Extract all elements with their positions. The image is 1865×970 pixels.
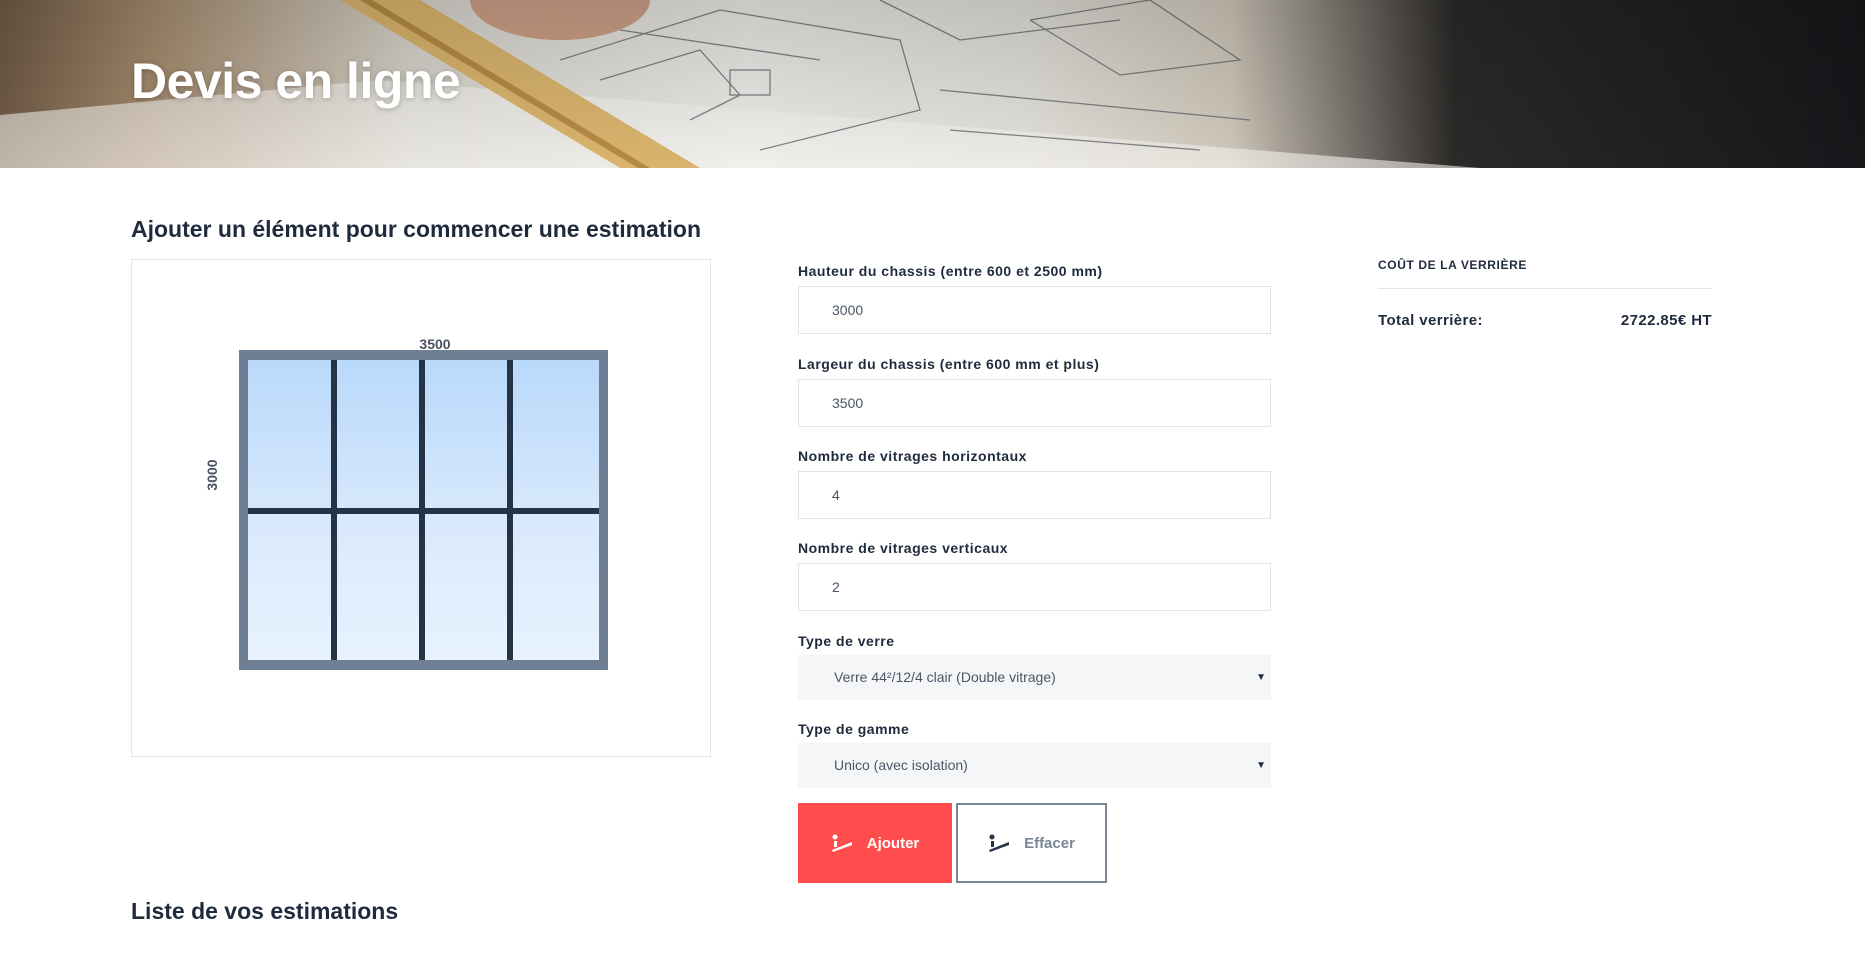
clear-button-label: Effacer bbox=[1024, 834, 1075, 852]
horizontal-glazing-input[interactable]: 4 bbox=[798, 471, 1271, 519]
width-dimension-label: 3500 bbox=[419, 336, 451, 352]
width-field-label: Largeur du chassis (entre 600 mm et plus… bbox=[798, 356, 1100, 372]
total-label: Total verrière: bbox=[1378, 312, 1483, 329]
verriere-preview: 3500 3000 bbox=[131, 259, 711, 757]
glass-type-selected-value: Verre 44²/12/4 clair (Double vitrage) bbox=[834, 669, 1056, 685]
add-button-label: Ajouter bbox=[866, 834, 920, 852]
builder-section-title: Ajouter un élément pour commencer une es… bbox=[131, 216, 701, 242]
horizontal-glazing-label: Nombre de vitrages horizontaux bbox=[798, 448, 1027, 464]
range-type-label: Type de gamme bbox=[798, 721, 910, 737]
ruler-pencil-icon bbox=[831, 834, 852, 852]
vertical-glazing-label: Nombre de vitrages verticaux bbox=[798, 540, 1009, 556]
range-type-selected-value: Unico (avec isolation) bbox=[834, 757, 968, 773]
ruler-pencil-icon bbox=[989, 834, 1010, 852]
divider bbox=[1378, 288, 1712, 289]
chevron-down-icon: ▼ bbox=[1256, 672, 1266, 683]
page-title: Devis en ligne bbox=[131, 53, 461, 109]
height-field-label: Hauteur du chassis (entre 600 et 2500 mm… bbox=[798, 263, 1103, 279]
window-diagram bbox=[239, 350, 608, 670]
estimates-section-title: Liste de vos estimations bbox=[131, 898, 399, 924]
cost-panel-title: COÛT DE LA VERRIÈRE bbox=[1378, 258, 1527, 272]
window-mullion bbox=[331, 360, 337, 660]
clear-button[interactable]: Effacer bbox=[956, 803, 1107, 883]
height-dimension-label: 3000 bbox=[204, 459, 220, 491]
hero-banner: Devis en ligne bbox=[0, 0, 1865, 168]
window-mullion bbox=[507, 360, 513, 660]
range-type-select[interactable]: Unico (avec isolation) ▼ bbox=[798, 743, 1271, 788]
glass-type-select[interactable]: Verre 44²/12/4 clair (Double vitrage) ▼ bbox=[798, 655, 1271, 700]
width-input[interactable]: 3500 bbox=[798, 379, 1271, 427]
glass-type-label: Type de verre bbox=[798, 633, 895, 649]
total-value: 2722.85€ HT bbox=[1620, 312, 1712, 329]
add-button[interactable]: Ajouter bbox=[798, 803, 952, 883]
window-mullion bbox=[419, 360, 425, 660]
chevron-down-icon: ▼ bbox=[1256, 760, 1266, 771]
height-input[interactable]: 3000 bbox=[798, 286, 1271, 334]
vertical-glazing-input[interactable]: 2 bbox=[798, 563, 1271, 611]
